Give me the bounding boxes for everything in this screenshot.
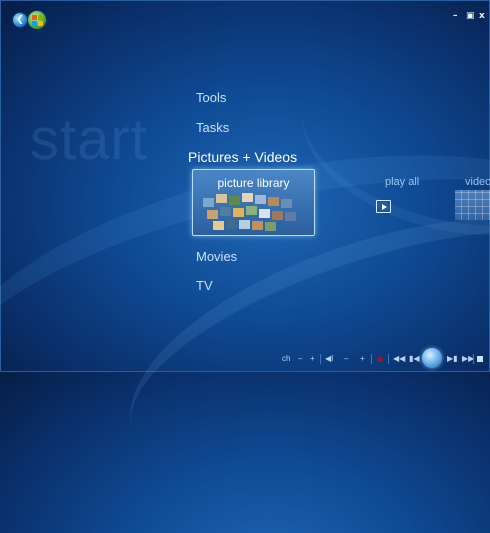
thumbnail <box>252 221 263 230</box>
picture-library-tile[interactable]: picture library <box>192 169 315 236</box>
volume-down-button[interactable]: – <box>344 354 348 363</box>
thumbnail <box>268 197 279 206</box>
thumbnail <box>246 206 257 215</box>
back-button[interactable]: ❮ <box>13 13 27 27</box>
menu-item-movies[interactable]: Movies <box>196 249 237 264</box>
restore-button[interactable]: ▣ <box>466 11 475 21</box>
thumbnail <box>203 198 214 207</box>
channel-up-button[interactable]: + <box>310 354 315 363</box>
windows-logo-icon <box>32 15 37 20</box>
play-orb-icon[interactable] <box>422 348 442 368</box>
video-library-label[interactable]: video <box>465 176 490 188</box>
divider <box>473 354 474 364</box>
divider <box>388 354 389 364</box>
back-icon: ❮ <box>16 15 24 25</box>
thumbnail <box>239 220 250 229</box>
divider <box>371 354 372 364</box>
picture-library-label: picture library <box>217 176 290 190</box>
menu-item-tv[interactable]: TV <box>196 278 213 293</box>
thumbnail <box>272 211 283 220</box>
play-all-button[interactable] <box>376 200 391 213</box>
next-button[interactable]: ▶▮ <box>447 354 458 363</box>
thumbnail <box>226 220 237 229</box>
thumbnail <box>255 195 266 204</box>
windows-logo-icon-part <box>38 21 43 26</box>
thumbnail <box>265 222 276 231</box>
thumbnail <box>242 193 253 202</box>
channel-down-button[interactable]: – <box>298 354 302 363</box>
thumbnail <box>285 212 296 221</box>
volume-up-button[interactable]: + <box>360 354 365 363</box>
menu-item-pictures-videos[interactable]: Pictures + Videos <box>188 149 297 165</box>
menu-item-tasks[interactable]: Tasks <box>196 120 229 135</box>
record-icon[interactable] <box>377 356 383 362</box>
previous-button[interactable]: ▮◀ <box>409 354 420 363</box>
thumbnail <box>207 210 218 219</box>
windows-logo-icon-part <box>38 15 43 20</box>
rewind-button[interactable]: ◀◀ <box>393 354 405 363</box>
mute-button[interactable]: ◀Ι <box>325 354 333 363</box>
close-button[interactable]: x <box>479 11 485 21</box>
thumbnail <box>220 207 231 216</box>
thumbnail <box>259 209 270 218</box>
thumbnail <box>213 221 224 230</box>
thumbnail <box>229 196 240 205</box>
thumbnail <box>233 208 244 217</box>
play-icon <box>381 203 387 210</box>
play-all-label[interactable]: play all <box>385 176 419 188</box>
channel-label: ch <box>282 354 291 363</box>
minimize-button[interactable]: – <box>453 11 458 21</box>
stop-icon[interactable] <box>477 356 483 362</box>
windows-start-button[interactable] <box>28 11 46 29</box>
thumbnail <box>281 199 292 208</box>
menu-item-tools[interactable]: Tools <box>196 90 226 105</box>
transport-controls: ch – + ◀Ι – + ◀◀ ▮◀ ▶▮ ▶▶ <box>280 348 485 368</box>
video-library-tile[interactable] <box>455 190 490 220</box>
windows-logo-icon-part <box>32 21 37 26</box>
thumbnail <box>216 194 227 203</box>
divider <box>320 354 321 364</box>
start-watermark: start <box>30 107 148 172</box>
